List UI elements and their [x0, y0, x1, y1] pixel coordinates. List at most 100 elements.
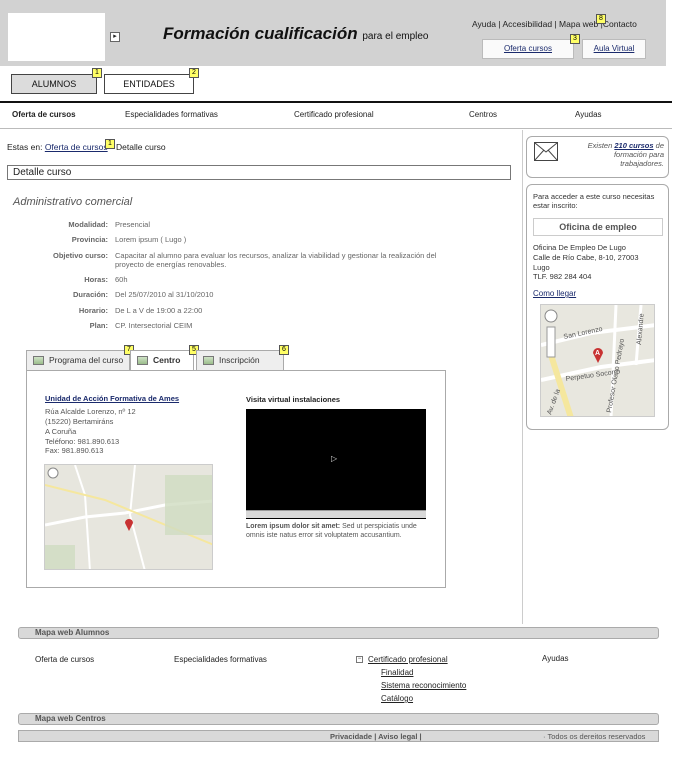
field-value-modalidad: Presencial — [115, 220, 151, 229]
video-title: Visita virtual instalaciones — [246, 395, 341, 404]
field-label-provincia: Provincia: — [71, 235, 108, 244]
como-llegar-link[interactable]: Como llegar — [533, 289, 576, 298]
tab-inscripcion[interactable]: Inscripción — [196, 350, 284, 370]
breadcrumb-link-oferta[interactable]: Oferta de cursos — [45, 142, 108, 152]
accessibility-link[interactable]: Accesibilidad — [502, 19, 552, 29]
play-icon[interactable]: ▷ — [331, 454, 337, 463]
tab-centro-label: Centro — [153, 355, 181, 365]
footer-finalidad[interactable]: Finalidad — [381, 668, 413, 677]
annotation-badge: 1 — [105, 139, 115, 149]
arrow-icon[interactable]: ▸ — [110, 32, 120, 42]
annotation-badge: 2 — [189, 68, 199, 78]
course-name: Administrativo comercial — [13, 196, 133, 208]
field-label-duracion: Duración: — [72, 290, 108, 299]
centro-map[interactable] — [44, 464, 213, 570]
footer-catalogo[interactable]: Catálogo — [381, 694, 413, 703]
main-nav: Oferta de cursos Especialidades formativ… — [0, 101, 672, 129]
tab-alumnos[interactable]: ALUMNOS — [11, 74, 97, 94]
aula-virtual-button[interactable]: Aula Virtual — [582, 39, 646, 59]
footer-sistema-reconocimiento[interactable]: Sistema reconocimiento — [381, 681, 466, 690]
link-separator: | — [554, 19, 557, 29]
office-map[interactable]: San Lorenzo Perpetuo Socorro Profesor Ol… — [540, 304, 655, 417]
tab-centro[interactable]: Centro — [130, 350, 194, 371]
sitemap-centros-bar[interactable]: Mapa web Centros — [18, 713, 659, 725]
office-title: Oficina de empleo — [533, 218, 663, 236]
annotation-badge: 6 — [279, 345, 289, 355]
centro-postal: (15220) Bertamiráns — [45, 417, 114, 426]
annotation-badge: 1 — [92, 68, 102, 78]
centro-map-graphic — [45, 465, 212, 569]
image-icon — [33, 356, 44, 365]
footer-oferta-cursos[interactable]: Oferta de cursos — [35, 655, 94, 664]
office-intro: Para acceder a este curso necesitas esta… — [533, 192, 655, 210]
field-value-objetivo: Capacitar al alumno para evaluar los rec… — [115, 251, 437, 269]
nav-oferta-cursos[interactable]: Oferta de cursos — [12, 110, 76, 119]
centro-city: A Coruña — [45, 427, 77, 436]
sitemap-alumnos-bar[interactable]: Mapa web Alumnos — [18, 627, 659, 639]
map-marker-label: A — [595, 350, 600, 357]
office-name: Oficina De Empleo De Lugo — [533, 243, 626, 252]
office-map-graphic: San Lorenzo Perpetuo Socorro Profesor Ol… — [541, 305, 654, 416]
tab-programa-label: Programa del curso — [49, 355, 124, 365]
office-address: Calle de Río Cabe, 8-10, 27003 — [533, 253, 639, 262]
nav-especialidades[interactable]: Especialidades formativas — [125, 110, 218, 119]
centro-name-link[interactable]: Unidad de Acción Formativa de Ames — [45, 394, 179, 403]
site-subtitle: para el empleo — [362, 31, 429, 42]
field-value-horario: De L a V de 19:00 a 22:00 — [115, 306, 203, 315]
field-value-provincia: Lorem ipsum ( Lugo ) — [115, 235, 187, 244]
courses-count-text: Existen 210 cursos de formación para tra… — [574, 141, 664, 168]
nav-ayudas[interactable]: Ayudas — [575, 110, 602, 119]
oferta-cursos-button[interactable]: Oferta cursos — [482, 39, 574, 59]
nav-centros[interactable]: Centros — [469, 110, 497, 119]
video-player[interactable] — [246, 409, 426, 519]
site-logo[interactable] — [8, 13, 105, 61]
annotation-badge: 8 — [596, 14, 606, 24]
courses-count-link[interactable]: 210 cursos — [614, 141, 653, 150]
centro-phone: Teléfono: 981.890.613 — [45, 437, 120, 446]
footer-certificado[interactable]: Certificado profesional — [368, 655, 448, 664]
video-caption: Lorem ipsum dolor sit amet: Sed ut persp… — [246, 522, 436, 540]
rights-text: · Todos os dereitos reservados — [543, 732, 646, 741]
page-title: Detalle curso — [7, 165, 511, 180]
field-label-modalidad: Modalidad: — [68, 220, 108, 229]
breadcrumb: Estas en: Oferta de cursos Detalle curso — [7, 142, 166, 152]
footer-especialidades[interactable]: Especialidades formativas — [174, 655, 267, 664]
field-value-duracion: Del 25/07/2010 al 31/10/2010 — [115, 290, 214, 299]
field-label-horas: Horas: — [84, 275, 108, 284]
legal-links[interactable]: Privacidade | Aviso legal | — [330, 732, 422, 741]
bottom-bar: Privacidade | Aviso legal | · Todos os d… — [18, 730, 659, 742]
centro-fax: Fax: 981.890.613 — [45, 446, 104, 455]
field-label-horario: Horario: — [78, 306, 108, 315]
oferta-cursos-link[interactable]: Oferta cursos — [504, 44, 552, 53]
aula-virtual-link[interactable]: Aula Virtual — [594, 44, 635, 53]
footer-ayudas[interactable]: Ayudas — [542, 654, 569, 663]
field-value-plan: CP. Intersectorial CEIM — [115, 321, 193, 330]
breadcrumb-prefix: Estas en: — [7, 142, 43, 152]
link-separator: | — [498, 19, 501, 29]
image-icon — [203, 356, 214, 365]
top-links: Ayuda | Accesibilidad | Mapa web |Contac… — [472, 19, 637, 29]
nav-certificado[interactable]: Certificado profesional — [294, 110, 374, 119]
tab-inscripcion-label: Inscripción — [219, 355, 260, 365]
site-title-text: Formación cualificación — [163, 24, 358, 43]
field-label-objetivo: Objetivo curso: — [52, 251, 108, 260]
field-value-horas: 60h — [115, 275, 128, 284]
help-link[interactable]: Ayuda — [472, 19, 496, 29]
sidebar-divider — [522, 130, 523, 624]
collapse-icon[interactable]: − — [356, 656, 363, 663]
centro-address: Rúa Alcalde Lorenzo, nº 12 — [45, 407, 136, 416]
tab-programa[interactable]: Programa del curso — [26, 350, 130, 370]
site-title: Formación cualificación para el empleo — [163, 24, 429, 44]
contact-link[interactable]: Contacto — [603, 19, 637, 29]
tab-entidades[interactable]: ENTIDADES — [104, 74, 194, 94]
sitemap-link[interactable]: Mapa web — [559, 19, 598, 29]
video-controls[interactable] — [246, 510, 426, 518]
annotation-badge: 3 — [570, 34, 580, 44]
mail-icon — [534, 142, 558, 161]
breadcrumb-current: Detalle curso — [116, 142, 166, 152]
image-icon — [137, 356, 148, 365]
video-caption-bold: Lorem ipsum dolor sit amet: — [246, 523, 341, 530]
courses-text-pre: Existen — [587, 141, 613, 150]
office-phone: TLF. 982 284 404 — [533, 272, 592, 281]
office-city: Lugo — [533, 263, 550, 272]
